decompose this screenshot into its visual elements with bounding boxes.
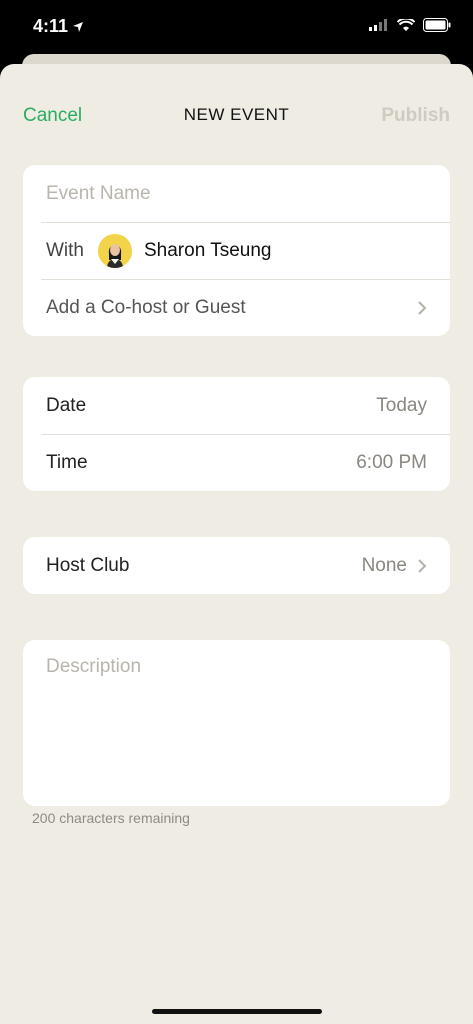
date-row[interactable]: Date Today [23, 377, 450, 434]
add-cohost-label: Add a Co-host or Guest [46, 296, 246, 318]
avatar-image [98, 233, 132, 268]
status-time: 4:11 [33, 16, 84, 37]
wifi-icon [397, 18, 415, 31]
date-value: Today [376, 394, 427, 416]
host-club-value: None [361, 554, 407, 576]
status-bar: 4:11 [0, 0, 473, 56]
publish-button[interactable]: Publish [381, 105, 450, 127]
host-club-label: Host Club [46, 554, 130, 576]
event-details-card: Event Name With Sharon Tseung Add a Co-h… [23, 165, 450, 336]
description-field[interactable]: Description [23, 640, 450, 806]
host-club-card: Host Club None [23, 537, 450, 594]
location-arrow-icon [73, 21, 84, 32]
with-label: With [46, 239, 84, 261]
host-club-row[interactable]: Host Club None [23, 537, 450, 594]
nav-bar: Cancel NEW EVENT Publish [0, 100, 473, 132]
host-name: Sharon Tseung [144, 239, 272, 261]
battery-icon [423, 18, 451, 32]
time-value: 6:00 PM [356, 451, 427, 473]
time-label: Time [46, 451, 88, 473]
chevron-right-icon [418, 300, 427, 315]
status-clock: 4:11 [33, 16, 69, 36]
chevron-right-icon [418, 558, 427, 573]
status-icons [369, 18, 451, 32]
event-name-placeholder: Event Name [46, 182, 151, 204]
host-row: With Sharon Tseung [23, 222, 450, 279]
date-label: Date [46, 394, 87, 416]
add-cohost-row[interactable]: Add a Co-host or Guest [23, 279, 450, 336]
description-placeholder: Description [46, 656, 142, 677]
schedule-card: Date Today Time 6:00 PM [23, 377, 450, 491]
event-name-field[interactable]: Event Name [23, 165, 450, 222]
home-indicator[interactable] [152, 1009, 322, 1014]
new-event-sheet: Cancel NEW EVENT Publish Event Name With… [0, 64, 473, 1024]
avatar [98, 233, 132, 268]
signal-icon [369, 19, 387, 31]
characters-remaining: 200 characters remaining [32, 810, 190, 826]
time-row[interactable]: Time 6:00 PM [23, 434, 450, 491]
